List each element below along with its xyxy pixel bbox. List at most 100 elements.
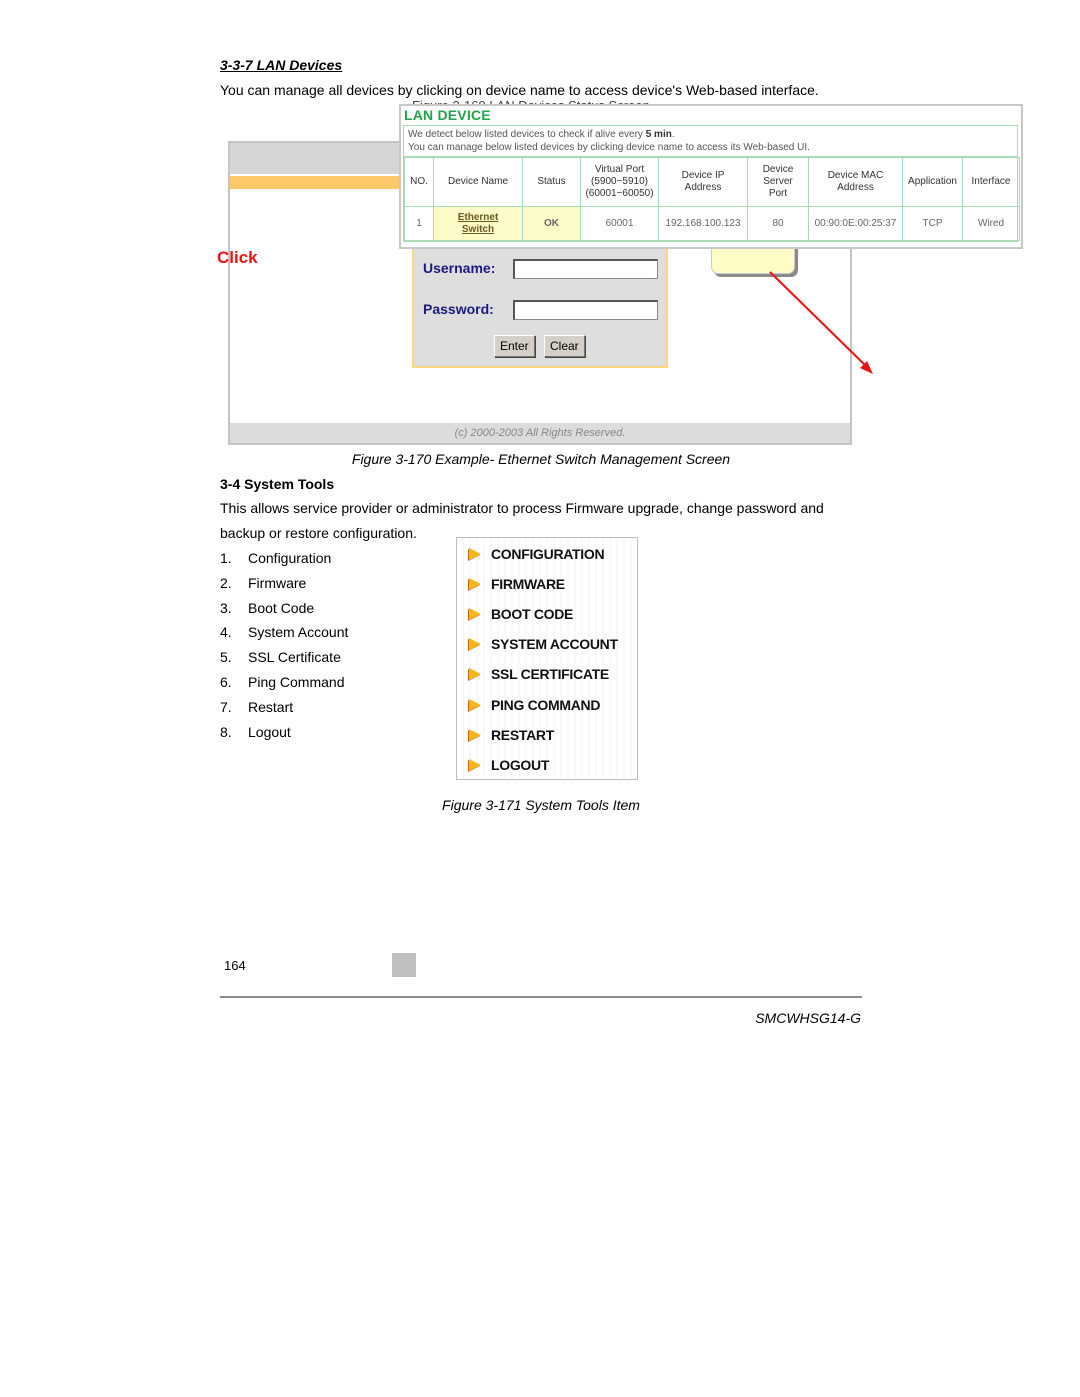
model-name: SMCWHSG14-G xyxy=(755,1010,861,1026)
system-tools-menu: CONFIGURATION FIRMWARE BOOT CODE SYSTEM ACC… xyxy=(456,537,638,780)
lan-device-title: LAN DEVICE xyxy=(404,107,491,123)
arrow-right-icon xyxy=(469,608,481,621)
device-name-line1[interactable]: Ethernet xyxy=(434,212,522,224)
list-item-number: 3. xyxy=(220,599,232,616)
column-header: Virtual Port (5900~5910) (60001~60050) xyxy=(580,157,659,207)
list-item-label: Restart xyxy=(248,698,294,715)
column-header-line: Address xyxy=(837,182,874,193)
arrow-right-icon xyxy=(469,578,481,591)
username-input[interactable] xyxy=(513,259,658,279)
pointer-arrow-line xyxy=(769,271,869,369)
cell-status: OK xyxy=(522,206,581,241)
list-item: 3. Boot Code xyxy=(220,600,314,616)
menu-item-label[interactable]: CONFIGURATION xyxy=(491,546,605,562)
column-header-line: Port xyxy=(768,188,788,199)
menu-item-label[interactable]: FIRMWARE xyxy=(491,576,565,592)
list-item-label: Configuration xyxy=(248,550,332,566)
arrow-right-icon xyxy=(469,698,481,711)
list-item-number: 6. xyxy=(220,674,232,690)
system-tools-desc-line1: This allows service provider or administ… xyxy=(220,500,824,516)
column-header-line: Address xyxy=(684,182,722,193)
menu-item-restart[interactable]: RESTART xyxy=(469,725,554,745)
lan-device-panel: LAN DEVICE We detect below listed device… xyxy=(399,104,1023,249)
menu-item-system-account[interactable]: SYSTEM ACCOUNT xyxy=(469,634,618,654)
column-header-line: Device IP xyxy=(681,170,725,181)
column-header-line: (60001~60050) xyxy=(585,188,654,199)
login-copyright: (c) 2000-2003 All Rights Reserved. xyxy=(230,423,850,443)
figure-170-caption: Figure 3-170 Example- Ethernet Switch Ma… xyxy=(351,451,731,467)
list-item-label: Boot Code xyxy=(248,599,315,616)
column-header: Application xyxy=(902,157,963,207)
column-header-line: Server xyxy=(763,176,793,187)
list-item: 8. Logout xyxy=(220,724,291,740)
password-input[interactable] xyxy=(513,300,658,320)
list-item-number: 7. xyxy=(220,698,232,715)
arrow-right-icon xyxy=(469,548,481,560)
column-header-line: Device MAC xyxy=(827,170,884,181)
lan-device-content: We detect below listed devices to check … xyxy=(403,125,1020,242)
cell-ip: 192.168.100.123 xyxy=(658,206,748,241)
column-header-line: Device Name xyxy=(447,176,509,187)
list-item-number: 1. xyxy=(220,550,232,566)
device-name-link[interactable]: Ethernet Switch xyxy=(434,212,522,236)
device-name-line2[interactable]: Switch xyxy=(434,224,522,236)
page-number: 164 xyxy=(224,958,246,973)
figure-171-caption: Figure 3-171 System Tools Item xyxy=(442,797,640,813)
menu-item-logout[interactable]: LOGOUT xyxy=(469,755,549,775)
section-title: 3-3-7 LAN Devices xyxy=(220,57,343,73)
menu-item-label[interactable]: SSL CERTIFICATE xyxy=(491,666,609,682)
menu-item-configuration[interactable]: CONFIGURATION xyxy=(469,544,605,564)
lan-device-note: We detect below listed devices to check … xyxy=(404,126,1017,157)
cell-device-name: Ethernet Switch xyxy=(433,206,523,241)
pointer-arrow-icon xyxy=(769,271,873,374)
list-item: 4. System Account xyxy=(220,624,348,640)
list-item-label: System Account xyxy=(248,624,349,641)
menu-item-firmware[interactable]: FIRMWARE xyxy=(469,574,565,594)
column-header: Device Name xyxy=(433,157,523,207)
menu-item-boot-code[interactable]: BOOT CODE xyxy=(469,604,573,624)
lan-note-line1: We detect below listed devices to check … xyxy=(408,128,1013,141)
menu-item-label[interactable]: PING COMMAND xyxy=(491,697,600,713)
list-item-label: Logout xyxy=(248,723,291,740)
list-item: 2. Firmware xyxy=(220,575,306,591)
menu-item-label[interactable]: BOOT CODE xyxy=(491,606,573,622)
menu-item-label[interactable]: LOGOUT xyxy=(491,757,549,773)
cell-application: TCP xyxy=(902,206,963,241)
column-header-line: (5900~5910) xyxy=(591,176,648,187)
menu-item-ssl-certificate[interactable]: SSL CERTIFICATE xyxy=(469,664,609,684)
column-header: Status xyxy=(522,157,581,207)
list-item-number: 2. xyxy=(220,574,232,591)
footer-divider xyxy=(220,996,862,998)
list-item-number: 8. xyxy=(220,723,232,740)
column-header-line: Virtual Port xyxy=(594,164,645,175)
cell-interface: Wired xyxy=(962,206,1020,241)
column-header: Interface xyxy=(962,157,1020,207)
column-header: Device MAC Address xyxy=(808,157,903,207)
list-item: 7. Restart xyxy=(220,699,293,715)
menu-item-label[interactable]: RESTART xyxy=(491,727,554,743)
password-label: Password: xyxy=(423,301,494,317)
click-annotation: Click xyxy=(217,248,258,267)
note-prefix: We detect below listed devices to check … xyxy=(408,129,646,140)
note-suffix: . xyxy=(671,129,675,140)
clear-button[interactable]: Clear xyxy=(544,335,585,357)
list-item-number: 5. xyxy=(220,649,232,666)
list-item-label: Firmware xyxy=(248,574,307,591)
column-header-line: Status xyxy=(537,176,566,187)
cell-server-port: 80 xyxy=(747,206,809,241)
system-tools-desc-line2: backup or restore configuration. xyxy=(220,525,417,541)
list-item-label: Ping Command xyxy=(248,674,345,690)
column-header-line: Interface xyxy=(971,176,1011,187)
menu-item-label[interactable]: SYSTEM ACCOUNT xyxy=(491,636,618,652)
enter-button[interactable]: Enter xyxy=(494,335,535,357)
note-interval: 5 min xyxy=(645,129,672,140)
menu-item-ping-command[interactable]: PING COMMAND xyxy=(469,695,600,715)
column-header-line: NO. xyxy=(410,176,428,187)
column-header-line: Device xyxy=(762,164,794,175)
table-row: 1 Ethernet Switch OK 60001 192.168.100.1… xyxy=(404,206,1020,241)
arrow-right-icon xyxy=(469,638,481,651)
page-marker xyxy=(392,953,416,977)
lan-device-table: NO. Device Name Status Virtual Port (5900~59… xyxy=(404,157,1020,241)
list-item: 5. SSL Certificate xyxy=(220,649,341,665)
column-header: NO. xyxy=(404,157,434,207)
